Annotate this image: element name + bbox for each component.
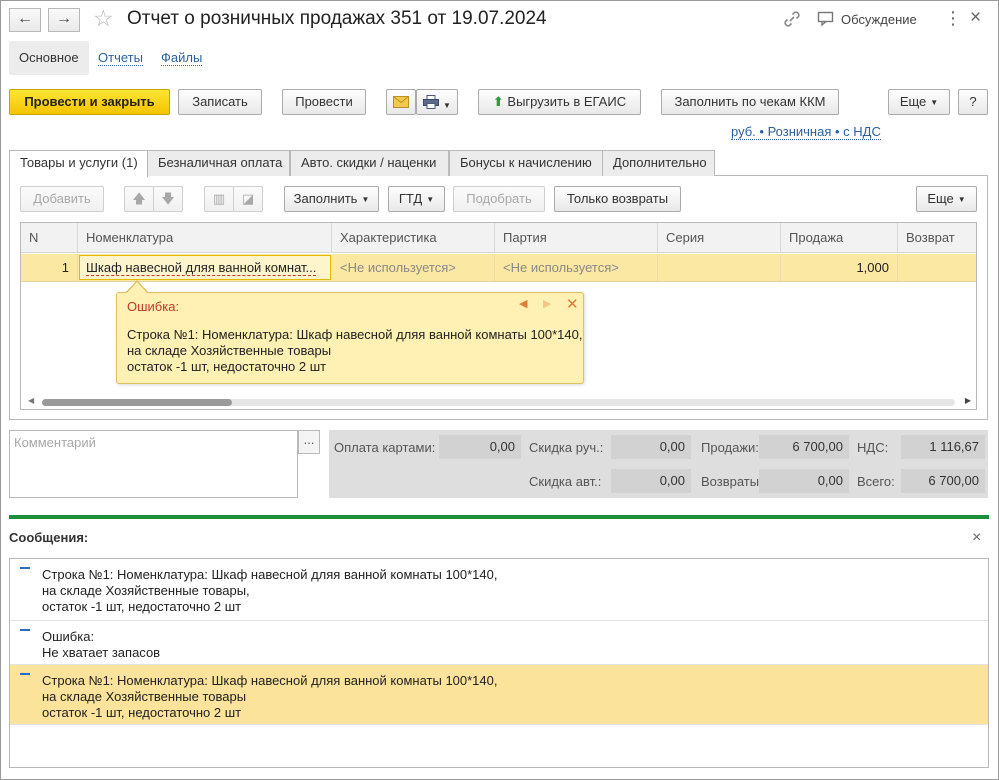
characteristic-cell[interactable]: <Не используется> bbox=[332, 254, 495, 281]
favorite-star-icon[interactable]: ☆ bbox=[93, 5, 114, 32]
message-text: Строка №1: Номенклатура: Шкаф навесной д… bbox=[42, 567, 498, 614]
table-more-button[interactable]: Еще ▼ bbox=[916, 186, 977, 212]
popup-title: Ошибка: bbox=[127, 299, 180, 314]
message-item-selected[interactable]: Строка №1: Номенклатура: Шкаф навесной д… bbox=[10, 665, 988, 725]
comment-field[interactable]: Комментарий bbox=[9, 430, 298, 498]
error-popup: Ошибка: ◀ ▶ ✕ Строка №1: Номенклатура: Ш… bbox=[116, 292, 584, 384]
link-icon[interactable] bbox=[783, 10, 801, 31]
auto-discount-label: Скидка авт.: bbox=[529, 474, 602, 489]
messages-list: Строка №1: Номенклатура: Шкаф навесной д… bbox=[9, 558, 989, 768]
more-button[interactable]: Еще ▼ bbox=[888, 89, 950, 115]
discussion-link[interactable]: Обсуждение bbox=[841, 12, 917, 27]
print-button[interactable]: ▼ bbox=[416, 89, 458, 115]
next-error-icon[interactable]: ▶ bbox=[543, 297, 551, 310]
message-bullet-icon bbox=[20, 567, 30, 569]
card-payment-value: 0,00 bbox=[439, 435, 521, 459]
move-down-icon[interactable]: 🡇 bbox=[153, 186, 183, 212]
vat-value: 1 116,67 bbox=[901, 435, 985, 459]
totals-panel: Оплата картами: 0,00 Скидка руч.: 0,00 П… bbox=[329, 430, 988, 498]
scroll-left-icon[interactable]: ◀ bbox=[28, 396, 34, 405]
previous-error-icon[interactable]: ◀ bbox=[519, 297, 527, 310]
horizontal-scrollbar[interactable]: ◀ ▶ bbox=[20, 396, 977, 410]
returns-only-button[interactable]: Только возвраты bbox=[554, 186, 681, 212]
column-header-item[interactable]: Номенклатура bbox=[78, 223, 332, 253]
tab-bonuses[interactable]: Бонусы к начислению bbox=[449, 150, 603, 176]
column-header-sale[interactable]: Продажа bbox=[781, 223, 898, 253]
add-row-button[interactable]: Добавить bbox=[20, 186, 104, 212]
item-cell[interactable]: Шкаф навесной дляя ванной комнат... bbox=[79, 255, 331, 280]
column-header-batch[interactable]: Партия bbox=[495, 223, 658, 253]
message-bullet-icon bbox=[20, 629, 30, 631]
tab-cashless-payment[interactable]: Безналичная оплата bbox=[147, 150, 290, 176]
window-close-icon[interactable]: × bbox=[970, 7, 981, 29]
column-header-characteristic[interactable]: Характеристика bbox=[332, 223, 495, 253]
section-tab-main[interactable]: Основное bbox=[9, 41, 89, 75]
back-button[interactable]: ← bbox=[9, 8, 41, 32]
popup-close-icon[interactable]: ✕ bbox=[566, 295, 579, 313]
barcode-icon[interactable]: ▥ bbox=[204, 186, 234, 212]
document-title: Отчет о розничных продажах 351 от 19.07.… bbox=[127, 8, 547, 29]
series-cell[interactable] bbox=[658, 254, 781, 281]
section-tab-reports[interactable]: Отчеты bbox=[88, 41, 153, 75]
tab-goods-services[interactable]: Товары и услуги (1) bbox=[9, 150, 148, 177]
manual-discount-label: Скидка руч.: bbox=[529, 440, 604, 455]
returns-value: 0,00 bbox=[759, 469, 849, 493]
message-item[interactable]: Строка №1: Номенклатура: Шкаф навесной д… bbox=[10, 559, 988, 621]
sales-label: Продажи: bbox=[701, 440, 759, 455]
column-header-series[interactable]: Серия bbox=[658, 223, 781, 253]
vat-label: НДС: bbox=[857, 440, 889, 455]
popup-pointer-fill bbox=[126, 282, 148, 294]
window-more-icon[interactable]: ⋮ bbox=[944, 8, 962, 29]
column-header-return[interactable]: Возврат bbox=[898, 223, 976, 253]
save-button[interactable]: Записать bbox=[178, 89, 262, 115]
post-button[interactable]: Провести bbox=[282, 89, 366, 115]
price-type-link[interactable]: руб. • Розничная • с НДС bbox=[731, 124, 881, 140]
upload-egais-button[interactable]: ⬆ Выгрузить в ЕГАИС bbox=[478, 89, 641, 115]
message-bullet-icon bbox=[20, 673, 30, 675]
section-tab-files[interactable]: Файлы bbox=[151, 41, 212, 75]
column-header-n[interactable]: N bbox=[21, 223, 78, 253]
move-up-icon[interactable]: 🡅 bbox=[124, 186, 154, 212]
tab-auto-discounts[interactable]: Авто. скидки / наценки bbox=[290, 150, 449, 176]
scroll-thumb[interactable] bbox=[42, 399, 232, 406]
printer-icon bbox=[423, 95, 440, 109]
return-cell[interactable] bbox=[898, 254, 976, 281]
upload-arrow-icon: ⬆ bbox=[492, 94, 504, 109]
messages-title: Сообщения: bbox=[9, 530, 89, 545]
scroll-right-icon[interactable]: ▶ bbox=[965, 396, 971, 405]
tab-additional[interactable]: Дополнительно bbox=[602, 150, 715, 176]
table-row[interactable]: 1 Шкаф навесной дляя ванной комнат... <Н… bbox=[21, 254, 976, 282]
messages-separator bbox=[9, 515, 989, 519]
card-payment-label: Оплата картами: bbox=[334, 440, 436, 455]
pick-button[interactable]: Подобрать bbox=[453, 186, 545, 212]
message-item[interactable]: Ошибка: Не хватает запасов bbox=[10, 621, 988, 665]
post-and-close-button[interactable]: Провести и закрыть bbox=[9, 89, 170, 115]
fill-by-receipts-button[interactable]: Заполнить по чекам ККМ bbox=[661, 89, 839, 115]
sale-cell[interactable]: 1,000 bbox=[781, 254, 898, 281]
fill-button[interactable]: Заполнить ▼ bbox=[284, 186, 379, 212]
edit-column-icon[interactable]: ◪ bbox=[233, 186, 263, 212]
help-button[interactable]: ? bbox=[958, 89, 988, 115]
gtd-button[interactable]: ГТД ▼ bbox=[388, 186, 445, 212]
total-label: Всего: bbox=[857, 474, 895, 489]
messages-close-icon[interactable]: × bbox=[972, 529, 981, 547]
popup-message: Строка №1: Номенклатура: Шкаф навесной д… bbox=[127, 327, 583, 374]
row-number: 1 bbox=[21, 254, 78, 281]
message-text: Ошибка: Не хватает запасов bbox=[42, 629, 161, 660]
discussion-icon[interactable] bbox=[817, 11, 835, 30]
sales-value: 6 700,00 bbox=[759, 435, 849, 459]
returns-label: Возвраты: bbox=[701, 474, 763, 489]
manual-discount-value: 0,00 bbox=[611, 435, 691, 459]
message-text: Строка №1: Номенклатура: Шкаф навесной д… bbox=[42, 673, 498, 720]
email-icon[interactable] bbox=[386, 89, 416, 115]
forward-button[interactable]: → bbox=[48, 8, 80, 32]
auto-discount-value: 0,00 bbox=[611, 469, 691, 493]
total-value: 6 700,00 bbox=[901, 469, 985, 493]
comment-expand-button[interactable]: ... bbox=[298, 430, 320, 454]
batch-cell[interactable]: <Не используется> bbox=[495, 254, 658, 281]
